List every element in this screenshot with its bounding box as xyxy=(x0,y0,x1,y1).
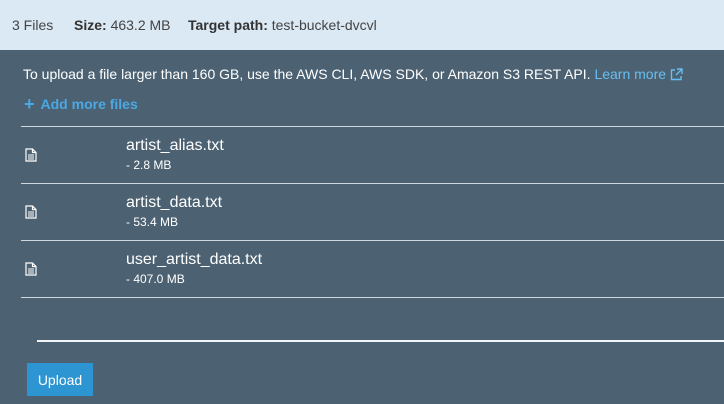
list-item: artist_data.txt - 53.4 MB xyxy=(21,184,724,240)
upload-button[interactable]: Upload xyxy=(27,363,93,396)
file-icon xyxy=(25,205,37,224)
file-size: - 407.0 MB xyxy=(126,272,185,286)
file-size: - 2.8 MB xyxy=(126,158,172,172)
info-text: To upload a file larger than 160 GB, use… xyxy=(23,66,591,82)
size-summary: Size: 463.2 MB xyxy=(74,0,171,50)
upload-size-info: To upload a file larger than 160 GB, use… xyxy=(23,66,683,84)
file-icon xyxy=(25,148,37,167)
file-list: artist_alias.txt - 2.8 MB artist_data.tx… xyxy=(21,126,724,298)
add-more-files-label: Add more files xyxy=(40,96,138,112)
file-name: user_artist_data.txt xyxy=(126,251,263,268)
plus-icon: + xyxy=(24,94,35,114)
list-item: artist_alias.txt - 2.8 MB xyxy=(21,127,724,183)
size-label: Size: xyxy=(74,17,107,33)
size-value: 463.2 MB xyxy=(110,17,171,33)
target-path-value: test-bucket-dvcvl xyxy=(271,17,377,33)
files-count: 3 Files xyxy=(12,17,54,33)
file-name: artist_data.txt xyxy=(126,194,223,211)
file-name: artist_alias.txt xyxy=(126,137,224,154)
divider xyxy=(21,297,724,298)
target-path-summary: Target path: test-bucket-dvcvl xyxy=(188,0,377,50)
upload-summary-bar: 3 Files Size: 463.2 MB Target path: test… xyxy=(0,0,724,50)
section-divider xyxy=(37,340,724,342)
target-path-label: Target path: xyxy=(188,17,268,33)
file-icon xyxy=(25,262,37,281)
file-size: - 53.4 MB xyxy=(126,215,179,229)
external-link-icon xyxy=(670,68,683,84)
list-item: user_artist_data.txt - 407.0 MB xyxy=(21,241,724,297)
learn-more-link[interactable]: Learn more xyxy=(594,66,683,82)
learn-more-label: Learn more xyxy=(594,66,667,82)
add-more-files-button[interactable]: + Add more files xyxy=(24,94,138,115)
